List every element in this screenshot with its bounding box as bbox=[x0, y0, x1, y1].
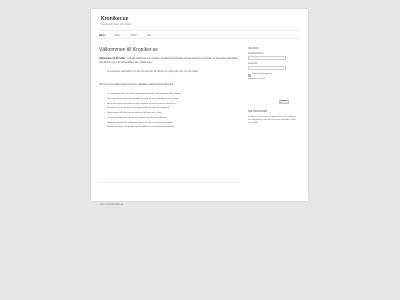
list-item: Länka gärna till källor när du hänvisar … bbox=[104, 112, 239, 116]
password-label: Lösenord bbox=[248, 63, 258, 65]
nav-item-terms[interactable]: Villkor bbox=[130, 34, 137, 37]
list-item: Vi tar bort inlägg som bryter mot svensk… bbox=[104, 117, 239, 121]
site-title[interactable]: Kroniker.se bbox=[101, 16, 128, 22]
main-navigation: Hem Arkiv Villkor Om bbox=[99, 30, 300, 39]
about-widget-title: OM KRONIKER bbox=[248, 109, 268, 113]
post-intro-bold: Välkommen till Kroniker. bbox=[99, 58, 126, 60]
username-input[interactable] bbox=[248, 56, 286, 60]
remember-me-checkbox[interactable] bbox=[248, 73, 251, 77]
remember-me-row: Kom ihåg inloggning bbox=[248, 73, 298, 77]
list-intro: Här ser du hur sajten fungerar och de vi… bbox=[99, 83, 174, 86]
lost-password-link[interactable]: Glömt lösenordet? bbox=[248, 78, 298, 80]
sidebar: INLOGG Användarnamn Lösenord Kom ihåg in… bbox=[248, 47, 298, 126]
footer-credit[interactable]: Drivs med WordPress bbox=[100, 203, 123, 206]
about-widget-text: Kroniker.se är en fri och öppen plats fö… bbox=[248, 115, 297, 125]
nav-item-about[interactable]: Om bbox=[147, 34, 151, 37]
username-label: Användarnamn bbox=[248, 53, 264, 55]
list-item: Den som skriver här är personligt ansvar… bbox=[104, 98, 239, 102]
post-intro: Välkommen till Kroniker. Vi är alla välk… bbox=[99, 58, 239, 65]
password-input[interactable] bbox=[248, 66, 286, 70]
rules-list: Vi accepterar inte hot, trakasserier ell… bbox=[99, 93, 239, 130]
list-item: Skriv med eget namn eller en fast signat… bbox=[104, 103, 239, 107]
main-content: Välkommen till Kroniker.se Välkommen til… bbox=[99, 47, 239, 131]
list-item: Genom att skriva här godkänner du villko… bbox=[104, 126, 239, 130]
site-description: Svenska kroniker och debatt bbox=[101, 23, 132, 26]
post-title[interactable]: Välkommen till Kroniker.se bbox=[99, 47, 239, 53]
remember-me-label: Kom ihåg inloggning bbox=[252, 73, 272, 75]
content-divider bbox=[99, 182, 239, 183]
nav-item-archive[interactable]: Arkiv bbox=[114, 34, 120, 37]
login-widget-title: INLOGG bbox=[248, 47, 259, 50]
list-item: Vi accepterar inte hot, trakasserier ell… bbox=[104, 93, 239, 97]
page-container: Kroniker.se Svenska kroniker och debatt … bbox=[91, 9, 308, 201]
post-quote: Vi accepterar alla åsikter och det ska v… bbox=[107, 71, 199, 74]
login-button[interactable]: Logga in bbox=[279, 100, 289, 104]
list-item: Uppträd respektfullt i kommentarerna och… bbox=[104, 122, 239, 126]
about-widget: OM KRONIKER Kroniker.se är en fri och öp… bbox=[248, 110, 298, 126]
list-item: Kontakta oss om du tycker att något inne… bbox=[104, 107, 239, 111]
nav-item-home[interactable]: Hem bbox=[99, 34, 105, 37]
